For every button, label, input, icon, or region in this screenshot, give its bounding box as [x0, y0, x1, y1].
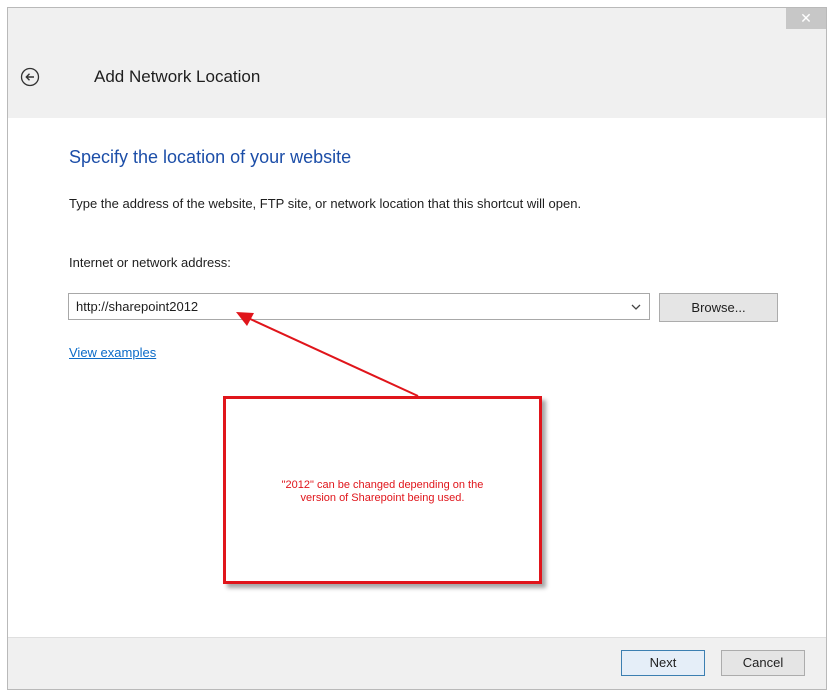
annotation-callout: "2012" can be changed depending on the v…: [223, 396, 542, 584]
close-icon: ✕: [800, 10, 812, 26]
wizard-footer: Next Cancel: [8, 637, 826, 689]
page-title: Specify the location of your website: [69, 147, 352, 167]
annotation-text: "2012" can be changed depending on the v…: [281, 479, 484, 504]
address-input[interactable]: http://sharepoint2012: [76, 299, 198, 314]
view-examples-link[interactable]: View examples: [69, 345, 156, 360]
chevron-down-icon[interactable]: [629, 300, 643, 314]
title-bar: ✕: [8, 8, 826, 42]
instructions-text: Type the address of the website, FTP sit…: [69, 196, 582, 211]
address-field-label: Internet or network address:: [69, 255, 231, 270]
wizard-content: Specify the location of your website Typ…: [8, 118, 826, 637]
back-arrow-icon[interactable]: [20, 67, 40, 87]
browse-button[interactable]: Browse...: [659, 293, 778, 322]
cancel-button[interactable]: Cancel: [721, 650, 805, 676]
next-button[interactable]: Next: [621, 650, 705, 676]
close-button[interactable]: ✕: [786, 8, 826, 29]
address-combobox[interactable]: http://sharepoint2012: [68, 293, 650, 320]
wizard-header: Add Network Location: [8, 42, 826, 118]
window-title: Add Network Location: [94, 67, 261, 86]
add-network-location-window: ✕ Add Network Location Specify the locat…: [7, 7, 827, 690]
